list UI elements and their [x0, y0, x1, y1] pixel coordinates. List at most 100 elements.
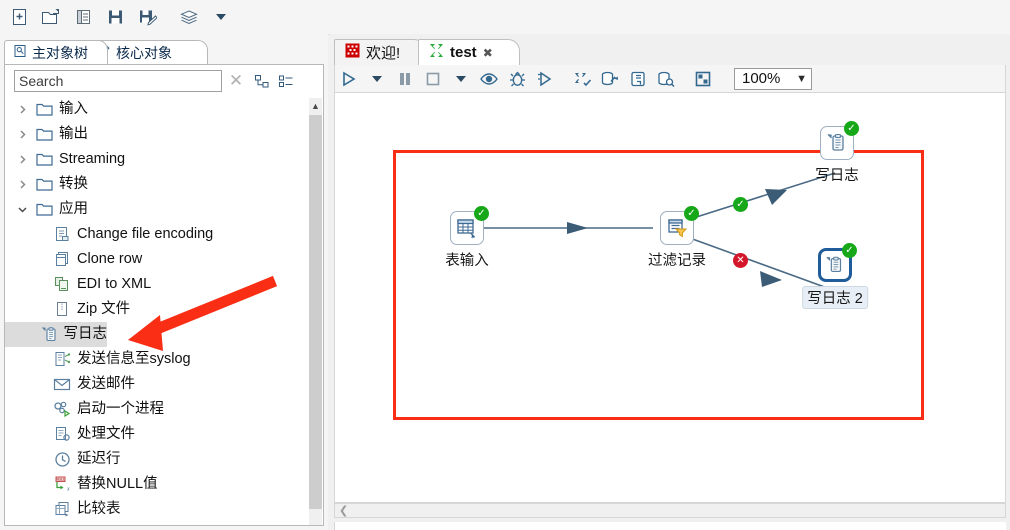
tab-main-object-tree[interactable]: 主对象树 — [4, 40, 108, 64]
tree-item-label: 发送信息至syslog — [77, 351, 191, 368]
node-status-ok-badge: ✓ — [474, 206, 489, 221]
edi-to-xml-icon — [53, 276, 71, 293]
tree-vertical-scrollbar[interactable]: ▲ — [309, 98, 322, 525]
collapse-all-icon[interactable] — [274, 71, 298, 91]
pause-button[interactable] — [391, 66, 419, 92]
compare-tables-icon — [53, 501, 71, 518]
debug-button[interactable] — [503, 66, 531, 92]
tree-item-step[interactable]: 发送信息至syslog — [5, 347, 309, 372]
svg-text:NULL: NULL — [56, 478, 65, 482]
scrollbar-thumb[interactable] — [309, 115, 322, 509]
close-icon[interactable]: ✖ — [483, 46, 493, 60]
run-button[interactable] — [335, 66, 363, 92]
explorer-icon[interactable] — [70, 5, 96, 29]
core-objects-panel: ✕ 输入输出Stream — [4, 64, 324, 526]
get-sql-button[interactable] — [624, 66, 652, 92]
chevron-right-icon[interactable] — [15, 178, 29, 192]
chevron-right-icon[interactable] — [15, 153, 29, 167]
tab-test[interactable]: test ✖ — [418, 39, 520, 65]
mail-icon — [53, 377, 71, 392]
repository-icon[interactable] — [176, 5, 202, 29]
pentaho-spoon-window: 核心对象 主对象树 ✕ — [0, 0, 1010, 530]
new-file-icon[interactable] — [6, 5, 32, 29]
highlight-box — [393, 150, 924, 420]
process-files-icon — [53, 426, 71, 443]
node-write-to-log[interactable]: ✓ 写日志 — [815, 121, 859, 184]
replay-button[interactable] — [531, 66, 559, 92]
node-table-input[interactable]: ✓ 表输入 — [445, 206, 489, 269]
tab-welcome-label: 欢迎! — [366, 45, 401, 62]
transformation-canvas[interactable]: ✓ ✕ ✓ 表输入 ✓ 过滤记录 ✓ 写日志 ✓ 写日志 2 — [334, 93, 1006, 503]
preview-button[interactable] — [475, 66, 503, 92]
save-icon[interactable] — [102, 5, 128, 29]
chevron-right-icon[interactable] — [15, 103, 29, 117]
repository-caret-down-icon[interactable] — [208, 5, 234, 29]
tree-item-folder[interactable]: 输出 — [5, 122, 309, 147]
transformation-icon — [429, 43, 444, 62]
canvas-horizontal-scrollbar[interactable]: ❮ — [334, 503, 1006, 518]
tree-item-folder[interactable]: Streaming — [5, 147, 309, 172]
tree-item-label: Clone row — [77, 251, 143, 268]
explore-db-button[interactable] — [652, 66, 680, 92]
stop-options-caret-down-icon[interactable] — [447, 66, 475, 92]
tree-item-label: 转换 — [59, 176, 88, 193]
node-table-input-label: 表输入 — [445, 253, 489, 269]
folder-icon — [35, 102, 53, 117]
scroll-up-icon[interactable]: ▲ — [309, 98, 322, 114]
stop-button[interactable] — [419, 66, 447, 92]
zip-file-icon — [53, 301, 71, 318]
tree-item-step[interactable]: 处理文件 — [5, 422, 309, 447]
tree-item-label: 发送邮件 — [77, 376, 135, 393]
tree-item-folder[interactable]: 应用 — [5, 197, 309, 222]
main-toolbar — [0, 0, 1010, 35]
tree-item-step[interactable]: 延迟行 — [5, 447, 309, 472]
tree-item-label: 输入 — [59, 101, 88, 118]
show-grid-button[interactable] — [689, 66, 717, 92]
document-tree-icon — [13, 44, 27, 61]
save-as-icon[interactable] — [134, 5, 160, 29]
tree-item-label: 应用 — [59, 201, 88, 218]
chevron-left-icon[interactable]: ❮ — [339, 504, 348, 517]
open-file-icon[interactable] — [38, 5, 64, 29]
node-status-ok-badge: ✓ — [684, 206, 699, 221]
steps-tree[interactable]: 输入输出 Streaming 转换应用 Change file encoding Clo… — [5, 97, 309, 525]
tree-item-label: Zip 文件 — [77, 301, 131, 318]
syslog-icon — [53, 351, 71, 368]
tab-welcome[interactable]: 欢迎! — [334, 39, 426, 65]
tree-item-folder[interactable]: 转换 — [5, 172, 309, 197]
zoom-select[interactable]: 100% ▼ — [734, 67, 812, 90]
expand-all-icon[interactable] — [250, 71, 274, 91]
clear-x-icon[interactable]: ✕ — [222, 71, 250, 91]
clone-row-icon — [53, 251, 71, 268]
tab-test-label: test — [450, 44, 477, 61]
impact-analysis-button[interactable] — [596, 66, 624, 92]
tree-item-label: 输出 — [59, 126, 88, 143]
chevron-down-icon[interactable]: ▼ — [796, 73, 807, 85]
verify-button[interactable] — [568, 66, 596, 92]
tree-item-step[interactable]: NULL x 替换NULL值 — [5, 472, 309, 497]
tree-item-step[interactable]: 发送邮件 — [5, 372, 309, 397]
left-panel-tabstrip: 核心对象 主对象树 — [0, 40, 328, 71]
search-input[interactable] — [14, 70, 222, 92]
tree-item-step[interactable]: 写日志 — [5, 322, 107, 347]
tree-item-step[interactable]: Zip 文件 — [5, 297, 309, 322]
tree-item-step[interactable]: 比较表 — [5, 497, 309, 522]
folder-icon — [35, 152, 53, 167]
tree-item-step[interactable]: Clone row — [5, 247, 309, 272]
tree-item-step[interactable]: EDI to XML — [5, 272, 309, 297]
tree-item-step[interactable]: Change file encoding — [5, 222, 309, 247]
tree-item-folder[interactable]: 输入 — [5, 97, 309, 122]
node-filter-rows[interactable]: ✓ 过滤记录 — [648, 206, 706, 269]
delay-row-icon — [53, 451, 71, 468]
execution-results-panel: 执行结果 — [334, 522, 1006, 530]
node-write-to-log-label: 写日志 — [815, 168, 859, 184]
node-write-to-log-2[interactable]: ✓ 写日志 2 — [802, 243, 868, 309]
zoom-value: 100% — [742, 70, 781, 87]
folder-icon — [35, 127, 53, 142]
chevron-right-icon[interactable] — [15, 128, 29, 142]
chevron-down-icon[interactable] — [15, 203, 29, 217]
start-process-icon — [53, 401, 71, 418]
run-options-caret-down-icon[interactable] — [363, 66, 391, 92]
search-row: ✕ — [5, 65, 323, 97]
tree-item-step[interactable]: 启动一个进程 — [5, 397, 309, 422]
